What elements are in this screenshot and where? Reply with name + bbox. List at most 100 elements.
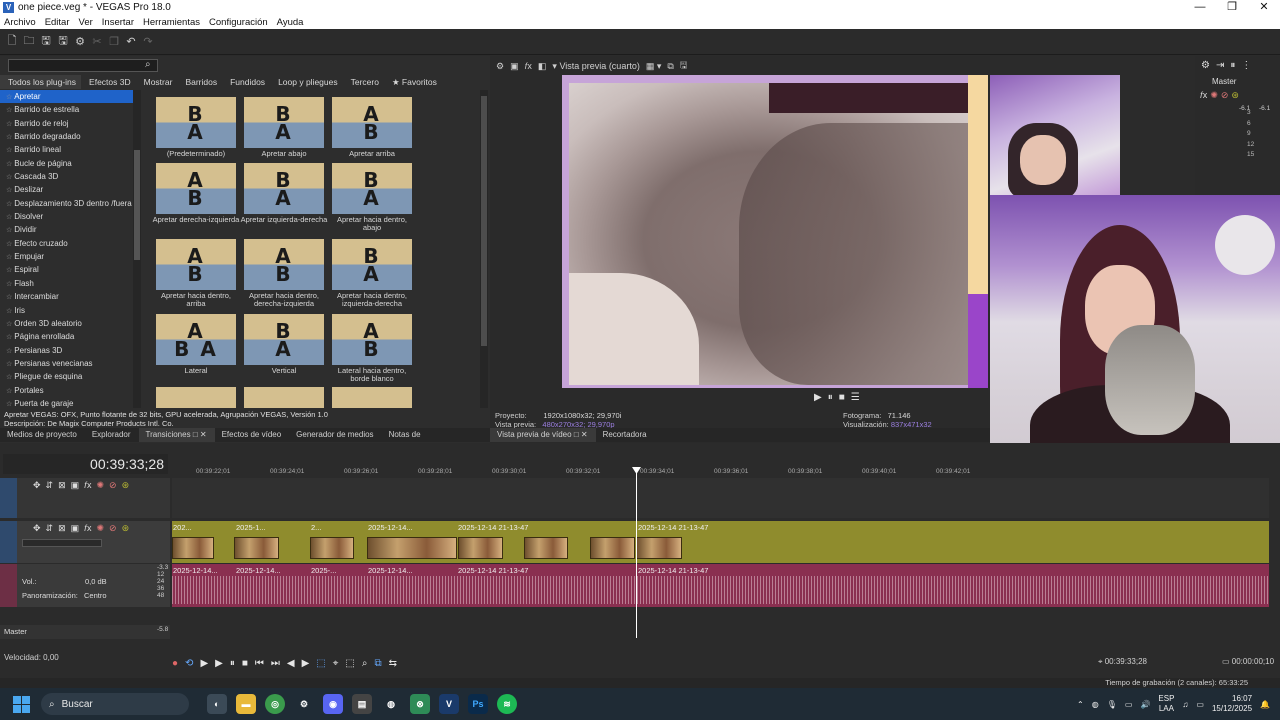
- transition-list-item[interactable]: ☆ Barrido degradado: [0, 130, 133, 143]
- favorite-star-icon[interactable]: ☆: [6, 308, 12, 315]
- video-clip-thumb[interactable]: [367, 537, 457, 559]
- cut-icon[interactable]: ✂: [91, 35, 103, 48]
- favorite-star-icon[interactable]: ☆: [6, 94, 12, 101]
- preset-thumbnail[interactable]: B A Apretar izquierda-derecha: [240, 163, 328, 224]
- chrome-icon[interactable]: ◎: [265, 694, 285, 714]
- transition-list-item[interactable]: ☆ Página enrollada: [0, 330, 133, 343]
- preset-thumbnail[interactable]: A B Apretar hacia dentro, arriba: [152, 239, 240, 308]
- preset-thumbnail[interactable]: A B Apretar arriba: [328, 97, 416, 158]
- favorite-star-icon[interactable]: ☆: [6, 187, 12, 194]
- favorite-star-icon[interactable]: ☆: [6, 201, 12, 208]
- opacity-slider[interactable]: [22, 539, 102, 547]
- menu-archivo[interactable]: Archivo: [4, 17, 36, 28]
- transition-list-item[interactable]: ☆ Espiral: [0, 263, 133, 276]
- transition-list-item[interactable]: ☆ Disolver: [0, 210, 133, 223]
- favorite-star-icon[interactable]: ☆: [6, 254, 12, 261]
- favorite-star-icon[interactable]: ☆: [6, 174, 12, 181]
- ripple-icon[interactable]: ⇆: [389, 658, 397, 669]
- tab-vista-previa-de-video[interactable]: Vista previa de vídeo □ ✕: [490, 428, 596, 442]
- discord-icon[interactable]: ◉: [323, 694, 343, 714]
- notification-icon[interactable]: ♫: [1182, 700, 1188, 709]
- favorite-star-icon[interactable]: ☆: [6, 348, 12, 355]
- next-frame-icon[interactable]: ▶: [302, 658, 310, 669]
- favorite-star-icon[interactable]: ☆: [6, 388, 12, 395]
- transition-list-item[interactable]: ☆ Efecto cruzado: [0, 237, 133, 250]
- favorite-star-icon[interactable]: ☆: [6, 134, 12, 141]
- settings-icon[interactable]: ⚙: [294, 694, 314, 714]
- tab-barridos[interactable]: Barridos: [177, 75, 222, 89]
- fx-icon[interactable]: 𝑓x: [84, 523, 91, 534]
- selection-tool-icon[interactable]: ⬚: [345, 658, 354, 669]
- windows-start-icon[interactable]: [9, 692, 33, 716]
- loop-icon[interactable]: ⟲: [185, 658, 193, 669]
- transition-list-item[interactable]: ☆ Desplazamiento 3D dentro /fuera: [0, 197, 133, 210]
- battery-icon[interactable]: ▭: [1196, 700, 1204, 709]
- video-clip-thumb[interactable]: [172, 537, 214, 559]
- tab-generador-de-medios[interactable]: Generador de medios: [289, 428, 381, 442]
- favorite-star-icon[interactable]: ☆: [6, 361, 12, 368]
- favorite-star-icon[interactable]: ☆: [6, 121, 12, 128]
- minimize-button[interactable]: —: [1184, 0, 1216, 15]
- spotify-icon[interactable]: ≋: [497, 694, 517, 714]
- video-track-header[interactable]: ✥ ⇵ ⊠ ▣ 𝑓x ✺ ⊘ ⊛: [0, 521, 170, 563]
- transition-list-item[interactable]: ☆ Puerta de garaje: [0, 397, 133, 408]
- search-icon[interactable]: ⌕: [145, 59, 151, 70]
- file-explorer-icon[interactable]: ▬: [236, 694, 256, 714]
- tab-explorador[interactable]: Explorador: [85, 428, 139, 442]
- mute-icon[interactable]: ⊘: [109, 480, 117, 491]
- tab-todos-los-plugins[interactable]: Todos los plug-ins: [0, 75, 82, 89]
- settings-icon[interactable]: ⚙: [496, 61, 504, 72]
- video-clip-thumb[interactable]: [524, 537, 568, 559]
- favorite-star-icon[interactable]: ☆: [6, 107, 12, 114]
- tab-medios-de-proyecto[interactable]: Medios de proyecto: [0, 428, 85, 442]
- stop-icon[interactable]: ■: [242, 658, 248, 669]
- vegas-pro-icon[interactable]: V: [439, 694, 459, 714]
- monitor-icon[interactable]: ▣: [510, 61, 519, 72]
- track-header-empty[interactable]: ✥ ⇵ ⊠ ▣ 𝑓x ✺ ⊘ ⊛: [0, 478, 170, 518]
- normal-edit-tool-icon[interactable]: ⬚: [316, 658, 325, 669]
- fx-chain-icon[interactable]: ✺: [96, 523, 104, 534]
- tab-mostrar[interactable]: Mostrar: [136, 75, 178, 89]
- fx-icon[interactable]: 𝑓x: [525, 61, 532, 72]
- preview-quality-dropdown[interactable]: ▾ Vista previa (cuarto): [552, 61, 639, 72]
- favorite-star-icon[interactable]: ☆: [6, 294, 12, 301]
- save-snapshot-icon[interactable]: 🖫: [680, 58, 688, 74]
- composite-icon[interactable]: ⇵: [46, 523, 54, 534]
- menu-ver[interactable]: Ver: [79, 17, 93, 28]
- volume-value[interactable]: 0,0 dB: [85, 577, 107, 586]
- preset-thumbnail[interactable]: B A Apretar abajo: [240, 97, 328, 158]
- composite-icon[interactable]: ⇵: [46, 480, 54, 491]
- close-button[interactable]: ✕: [1248, 0, 1280, 15]
- favorite-star-icon[interactable]: ☆: [6, 401, 12, 408]
- favorite-star-icon[interactable]: ☆: [6, 321, 12, 328]
- preset-thumbnail[interactable]: [240, 387, 328, 408]
- go-to-end-icon[interactable]: ⏭: [271, 658, 280, 669]
- copy-icon[interactable]: ❐: [108, 35, 120, 48]
- preset-thumbnail[interactable]: [328, 387, 416, 408]
- transition-list-item[interactable]: ☆ Intercambiar: [0, 290, 133, 303]
- move-icon[interactable]: ✥: [33, 480, 41, 491]
- snap-icon[interactable]: ⧉: [374, 658, 381, 669]
- preset-thumbnail[interactable]: A B Lateral hacia dentro, borde blanco: [328, 314, 416, 383]
- video-clip-thumb[interactable]: [590, 537, 635, 559]
- transition-list-scrollbar[interactable]: [133, 90, 141, 408]
- pause-icon[interactable]: ⏸: [230, 658, 235, 669]
- preset-thumbnail[interactable]: B A (Predeterminado): [152, 97, 240, 158]
- settings-icon[interactable]: ⚙: [1201, 60, 1210, 71]
- favorite-star-icon[interactable]: ☆: [6, 147, 12, 154]
- favorite-star-icon[interactable]: ☆: [6, 334, 12, 341]
- chevron-up-icon[interactable]: ⌃: [1077, 700, 1084, 709]
- video-track[interactable]: 202... 2025-1... 2... 2025-12-14... 2025…: [172, 521, 1269, 563]
- video-clip-thumb[interactable]: [636, 537, 682, 559]
- transition-list-item[interactable]: ☆ Empujar: [0, 250, 133, 263]
- language-indicator[interactable]: ESP LAA: [1158, 694, 1174, 714]
- microphone-icon[interactable]: 🎙: [1107, 700, 1117, 709]
- tab-tercero[interactable]: Tercero: [343, 75, 384, 89]
- undo-icon[interactable]: ↶: [125, 35, 137, 48]
- tab-fundidos[interactable]: Fundidos: [222, 75, 270, 89]
- prev-frame-icon[interactable]: ◀: [287, 658, 295, 669]
- fx-icon[interactable]: 𝑓x: [84, 480, 91, 491]
- crop-icon[interactable]: ▣: [71, 480, 80, 491]
- clock[interactable]: 16:07 15/12/2025: [1212, 694, 1252, 714]
- transition-list-item[interactable]: ☆ Barrido de reloj: [0, 117, 133, 130]
